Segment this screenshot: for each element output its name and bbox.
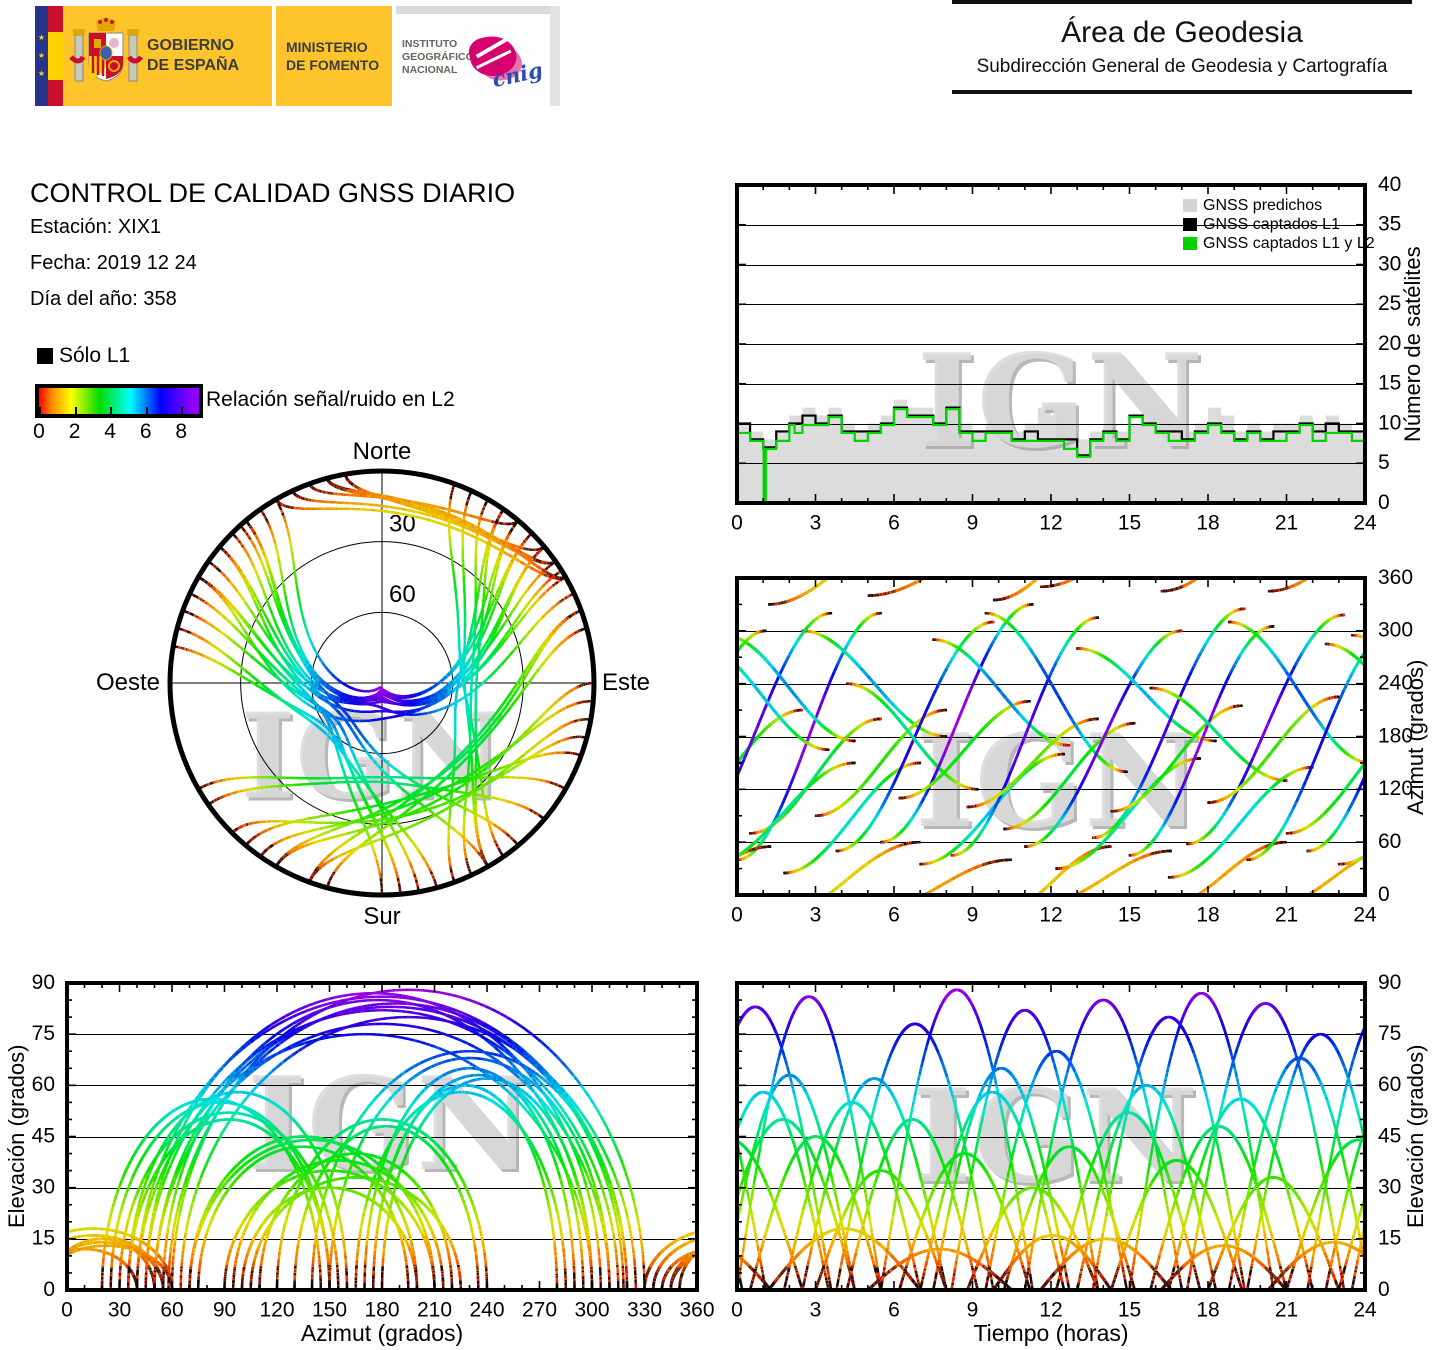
skyplot-west-label: Oeste	[95, 669, 160, 696]
report-title: CONTROL DE CALIDAD GNSS DIARIO	[30, 178, 516, 208]
colorbar-tick	[74, 407, 77, 414]
captados-l1-label: GNSS captados L1	[1203, 215, 1340, 233]
colorbar-tick-label: 2	[68, 420, 81, 443]
area-subtitle: Subdirección General de Geodesia y Carto…	[976, 56, 1388, 77]
gobierno-banner: ★ ★ ★ GOBIERNO DE ESPAÑA	[35, 6, 272, 106]
header-bottom-rule	[952, 90, 1412, 94]
snr-colorbar	[35, 384, 203, 418]
elevation-azimuth-chart-canvas	[20, 973, 725, 1345]
header-top-rule	[952, 0, 1412, 4]
satellite-count-legend: GNSS predichos GNSS captados L1 GNSS cap…	[1183, 196, 1375, 253]
spain-coat-of-arms-icon	[69, 17, 143, 82]
azimuth-time-ylabel: Azimut (grados)	[1403, 659, 1428, 815]
colorbar-tick	[39, 407, 41, 414]
captados-l1l2-swatch	[1183, 237, 1197, 250]
elevation-time-chart-canvas	[725, 973, 1425, 1345]
doy-label: Día del año: 358	[30, 288, 177, 310]
station-label: Estación: XIX1	[30, 216, 162, 238]
solo-l1-legend: Sólo L1	[37, 344, 130, 368]
solo-l1-swatch	[37, 348, 53, 364]
instituto-panel: INSTITUTO GEOGRÁFICO NACIONAL cnig	[396, 6, 560, 106]
gnss-quality-report-page: ★ ★ ★ GOBIERNO DE ESPAÑA MINISTERIO DE F…	[0, 0, 1445, 1350]
spain-flag-icon	[48, 6, 63, 106]
satellite-count-ylabel: Número de satélites	[1400, 246, 1425, 442]
colorbar-tick	[181, 407, 184, 414]
panel-top-strip	[396, 6, 560, 14]
skyplot-east-label: Este	[602, 669, 651, 696]
colorbar-tick-label: 4	[104, 420, 116, 443]
eu-flag-icon: ★ ★ ★	[35, 6, 48, 106]
skyplot-canvas	[150, 430, 620, 935]
legend-row: GNSS predichos	[1183, 196, 1375, 215]
colorbar-tick-label: 0	[33, 420, 45, 443]
skyplot-south-label: Sur	[363, 903, 401, 930]
elevation-azimuth-xlabel: Azimut (grados)	[300, 1320, 464, 1346]
area-geodesia-header: Área de Geodesia Subdirección General de…	[952, 0, 1412, 94]
colorbar-tick	[145, 407, 148, 414]
elevation-time-ylabel: Elevación (grados)	[1403, 1044, 1428, 1228]
snr-colorbar-title: Relación señal/ruido en L2	[206, 388, 455, 411]
ministerio-banner: MINISTERIO DE FOMENTO	[276, 6, 392, 106]
legend-row: GNSS captados L1 y L2	[1183, 234, 1375, 253]
ministerio-label: MINISTERIO DE FOMENTO	[286, 39, 380, 73]
elevation-azimuth-ylabel: Elevación (grados)	[4, 1044, 29, 1228]
area-title: Área de Geodesia	[1061, 16, 1303, 49]
elevation-time-xlabel: Tiempo (horas)	[973, 1320, 1129, 1346]
panel-right-strip	[550, 6, 560, 106]
date-label: Fecha: 2019 12 24	[30, 252, 197, 274]
skyplot-north-label: Norte	[352, 438, 412, 465]
colorbar-tick	[110, 407, 113, 414]
azimuth-time-chart-canvas	[725, 568, 1425, 928]
cnig-logo: cnig	[462, 31, 545, 92]
captados-l1-swatch	[1183, 218, 1197, 231]
captados-l1l2-label: GNSS captados L1 y L2	[1203, 234, 1375, 252]
solo-l1-label: Sólo L1	[59, 344, 131, 367]
predichos-swatch	[1183, 199, 1197, 212]
legend-row: GNSS captados L1	[1183, 215, 1375, 234]
predichos-label: GNSS predichos	[1203, 196, 1323, 214]
gobierno-label: GOBIERNO DE ESPAÑA	[147, 37, 240, 74]
